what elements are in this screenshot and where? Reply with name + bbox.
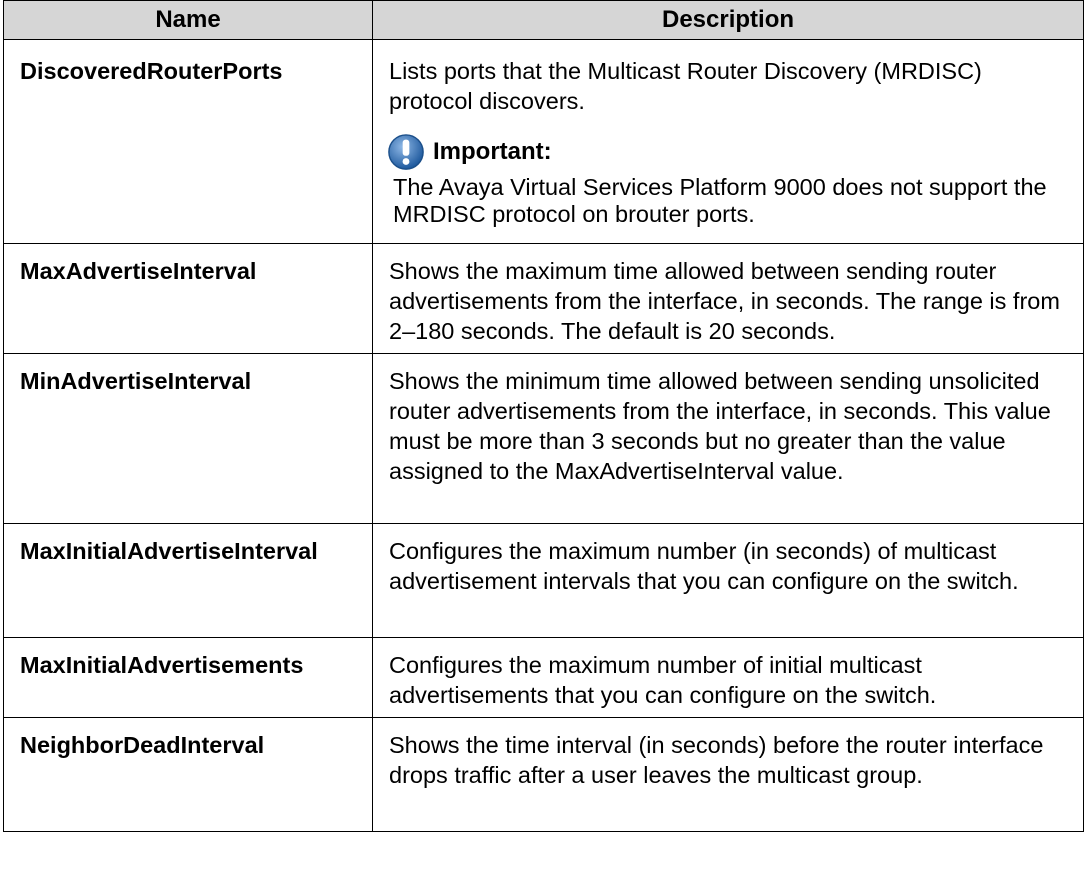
param-name: MaxAdvertiseInterval (3, 243, 373, 354)
param-description: Shows the minimum time allowed between s… (372, 353, 1084, 524)
param-name: MaxInitialAdvertiseInterval (3, 523, 373, 638)
param-description: Shows the maximum time allowed between s… (372, 243, 1084, 354)
param-name: MaxInitialAdvertisements (3, 637, 373, 718)
parameters-table: Name Description DiscoveredRouterPorts L… (3, 0, 1084, 832)
important-label: Important: (433, 138, 552, 165)
param-description-cell: Lists ports that the Multicast Router Di… (372, 39, 1084, 244)
header-description: Description (372, 0, 1084, 40)
exclamation-circle-icon (388, 134, 424, 170)
param-description: Configures the maximum number (in second… (372, 523, 1084, 638)
param-name: NeighborDeadInterval (3, 717, 373, 832)
param-description: Shows the time interval (in seconds) bef… (372, 717, 1084, 832)
param-name: MinAdvertiseInterval (3, 353, 373, 524)
important-text: The Avaya Virtual Services Platform 9000… (393, 174, 1047, 227)
header-name: Name (3, 0, 373, 40)
important-note: Important: The Avaya Virtual Services Pl… (388, 130, 1067, 228)
table-row: MaxAdvertiseInterval Shows the maximum t… (3, 243, 1084, 354)
table-row: DiscoveredRouterPorts Lists ports that t… (3, 39, 1084, 244)
table-header-row: Name Description (3, 0, 1084, 40)
param-description: Configures the maximum number of initial… (372, 637, 1084, 718)
param-description: Lists ports that the Multicast Router Di… (389, 58, 982, 114)
table-row: MaxInitialAdvertiseInterval Configures t… (3, 523, 1084, 638)
table-row: MinAdvertiseInterval Shows the minimum t… (3, 353, 1084, 524)
table-row: NeighborDeadInterval Shows the time inte… (3, 717, 1084, 832)
param-name: DiscoveredRouterPorts (3, 39, 373, 244)
table-row: MaxInitialAdvertisements Configures the … (3, 637, 1084, 718)
